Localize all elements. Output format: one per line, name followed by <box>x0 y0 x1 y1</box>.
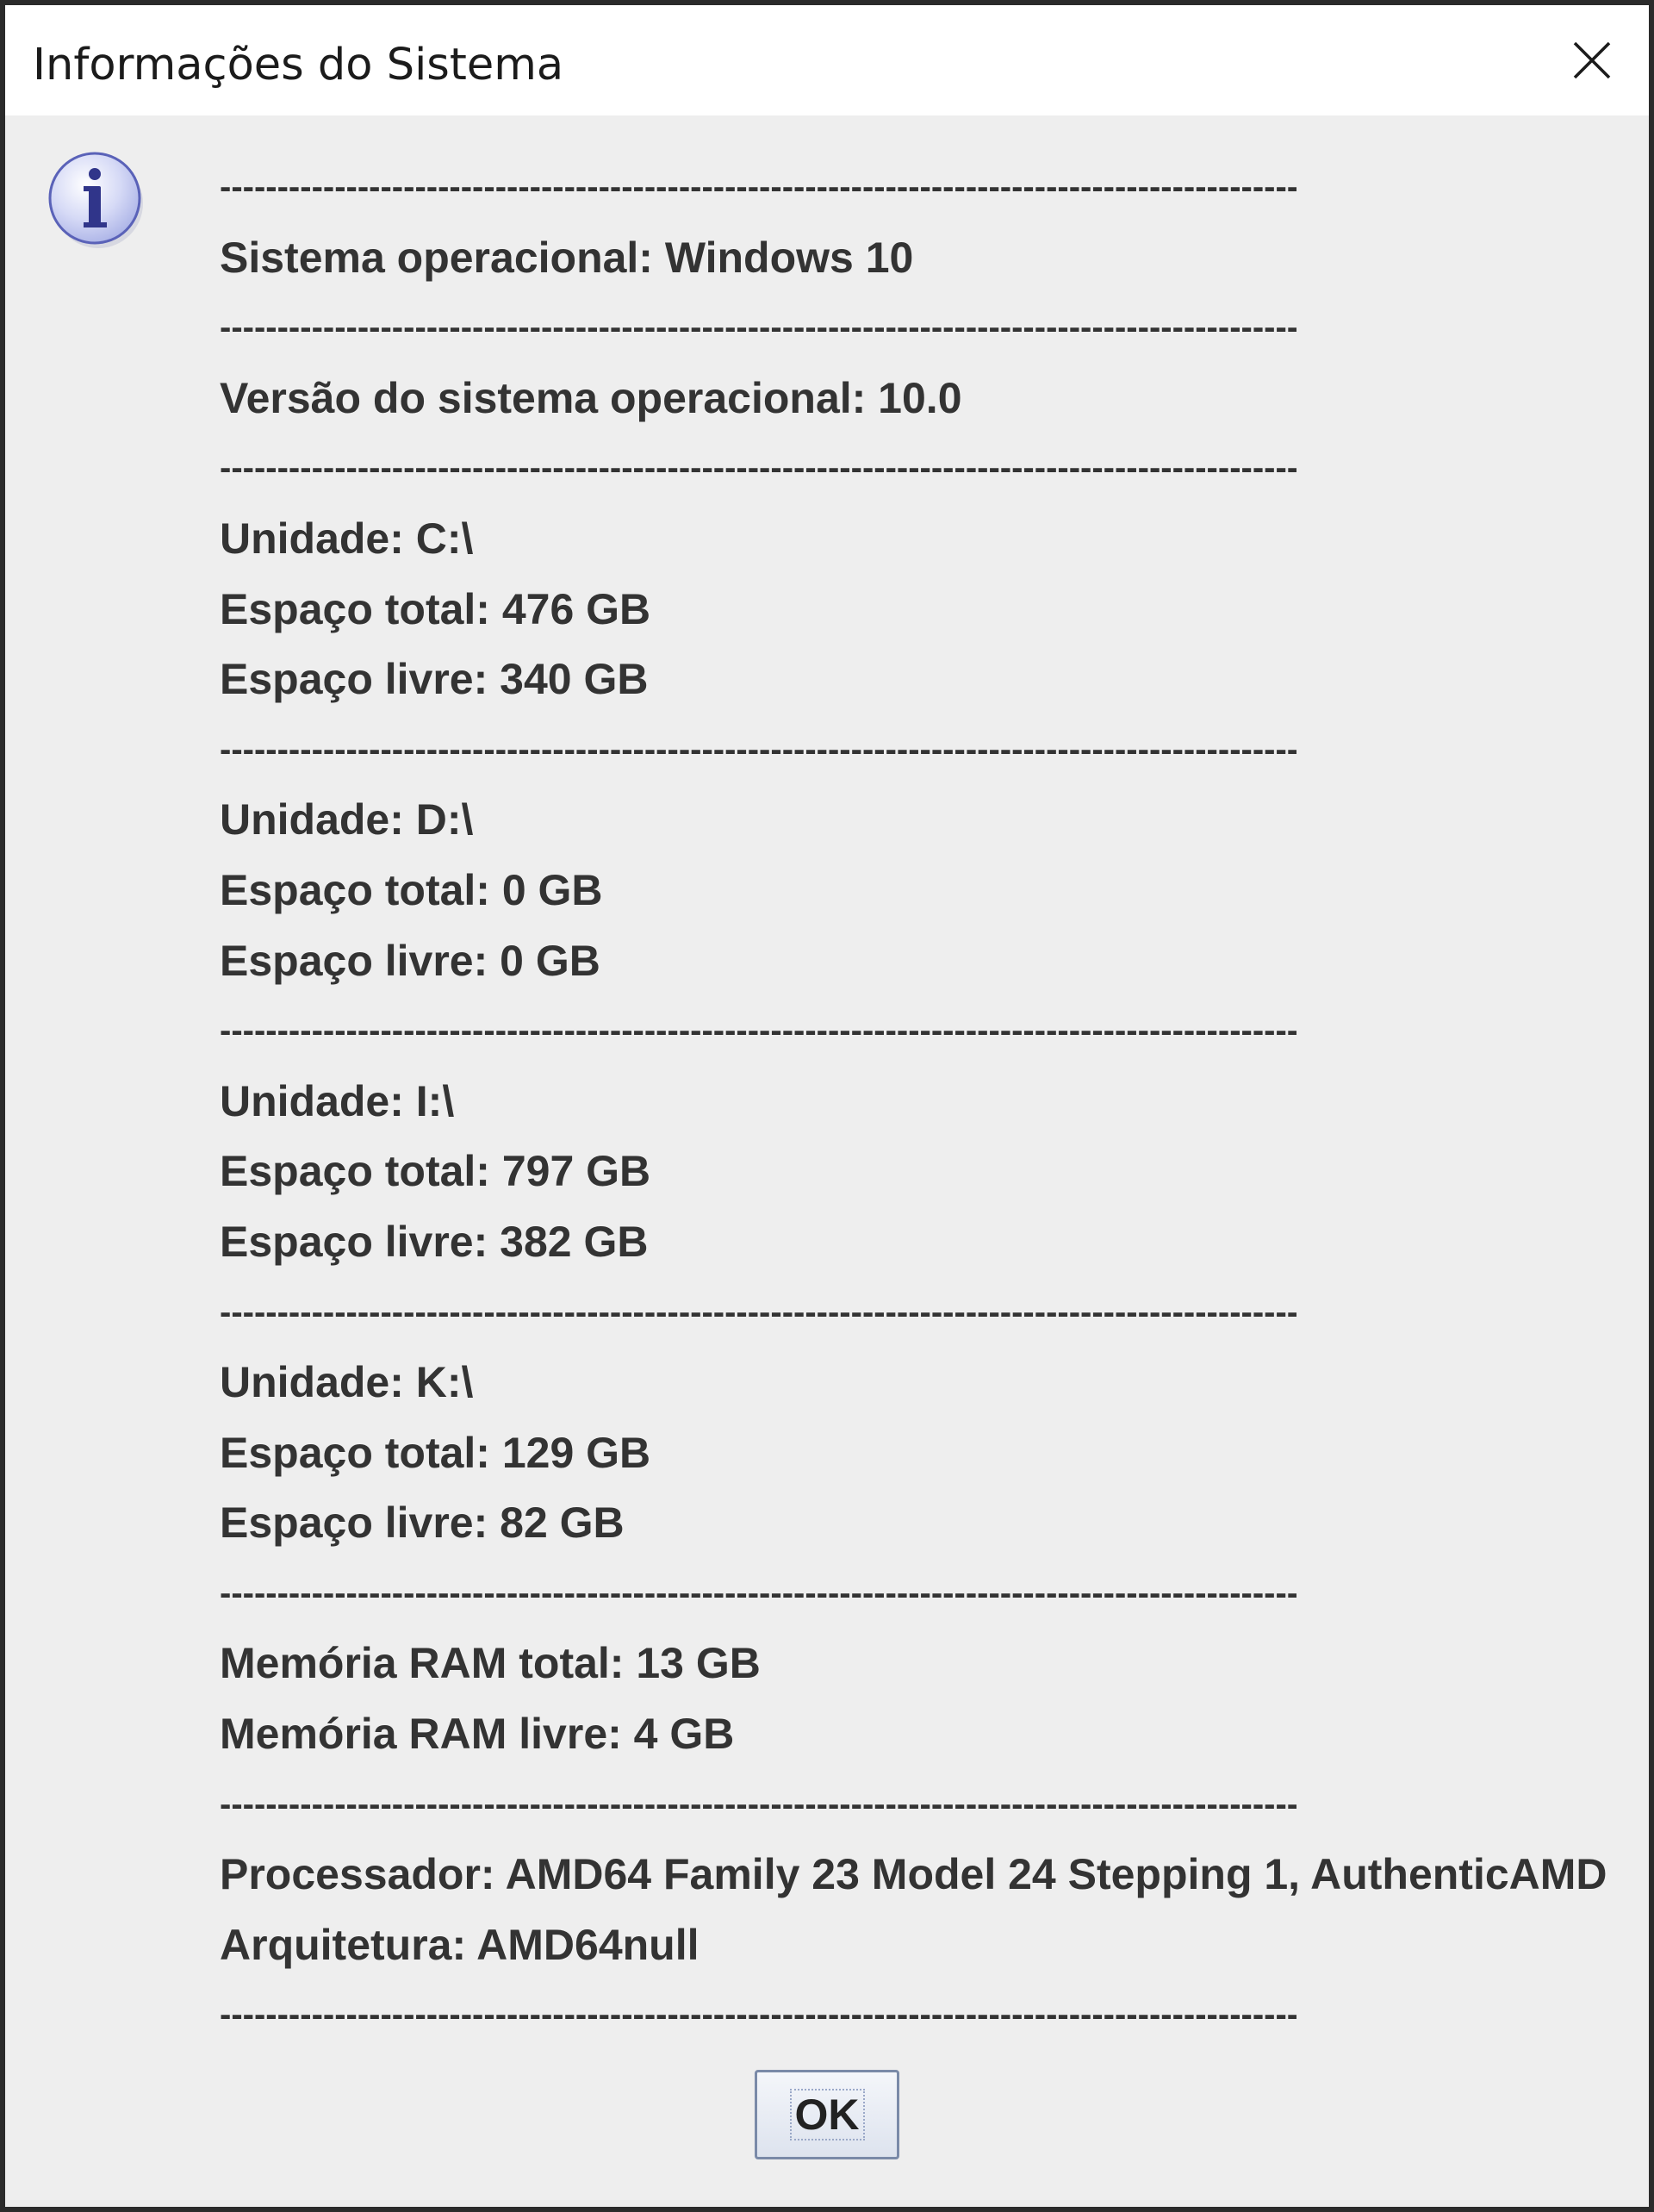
drive-i-total: Espaço total: 797 GB <box>220 1147 651 1196</box>
separator: ----------------------------------------… <box>220 1996 1296 2034</box>
drive-c-free: Espaço livre: 340 GB <box>220 655 649 704</box>
ram-total-line: Memória RAM total: 13 GB <box>220 1639 761 1688</box>
drive-c-label: Unidade: C:\ <box>220 514 474 563</box>
architecture-line: Arquitetura: AMD64null <box>220 1920 700 1969</box>
drive-i-free: Espaço livre: 382 GB <box>220 1217 649 1266</box>
system-info-dialog: Informações do Sistema -----------------… <box>0 0 1654 2212</box>
drive-c-total: Espaço total: 476 GB <box>220 584 651 633</box>
separator: ----------------------------------------… <box>220 730 1296 769</box>
ram-free-line: Memória RAM livre: 4 GB <box>220 1710 735 1759</box>
drive-d-free: Espaço livre: 0 GB <box>220 936 600 985</box>
info-content: ----------------------------------------… <box>220 160 1607 2059</box>
ok-button-label: OK <box>789 2089 865 2140</box>
close-icon <box>1573 41 1611 79</box>
title-bar: Informações do Sistema <box>5 5 1649 115</box>
ok-button[interactable]: OK <box>755 2070 899 2159</box>
processor-line: Processador: AMD64 Family 23 Model 24 St… <box>220 1850 1607 1899</box>
os-version-line: Versão do sistema operacional: 10.0 <box>220 373 962 422</box>
close-button[interactable] <box>1559 28 1625 93</box>
drive-i-label: Unidade: I:\ <box>220 1076 455 1125</box>
separator: ----------------------------------------… <box>220 1293 1296 1331</box>
separator: ----------------------------------------… <box>220 1573 1296 1612</box>
separator: ----------------------------------------… <box>220 449 1296 488</box>
separator: ----------------------------------------… <box>220 1785 1296 1823</box>
info-icon <box>47 150 146 250</box>
drive-k-total: Espaço total: 129 GB <box>220 1428 651 1477</box>
separator: ----------------------------------------… <box>220 168 1296 206</box>
drive-k-free: Espaço livre: 82 GB <box>220 1499 625 1548</box>
window-title: Informações do Sistema <box>33 40 564 90</box>
separator: ----------------------------------------… <box>220 308 1296 347</box>
os-name-line: Sistema operacional: Windows 10 <box>220 233 914 282</box>
drive-d-total: Espaço total: 0 GB <box>220 865 603 914</box>
separator: ----------------------------------------… <box>220 1012 1296 1050</box>
drive-d-label: Unidade: D:\ <box>220 795 474 844</box>
drive-k-label: Unidade: K:\ <box>220 1358 474 1407</box>
